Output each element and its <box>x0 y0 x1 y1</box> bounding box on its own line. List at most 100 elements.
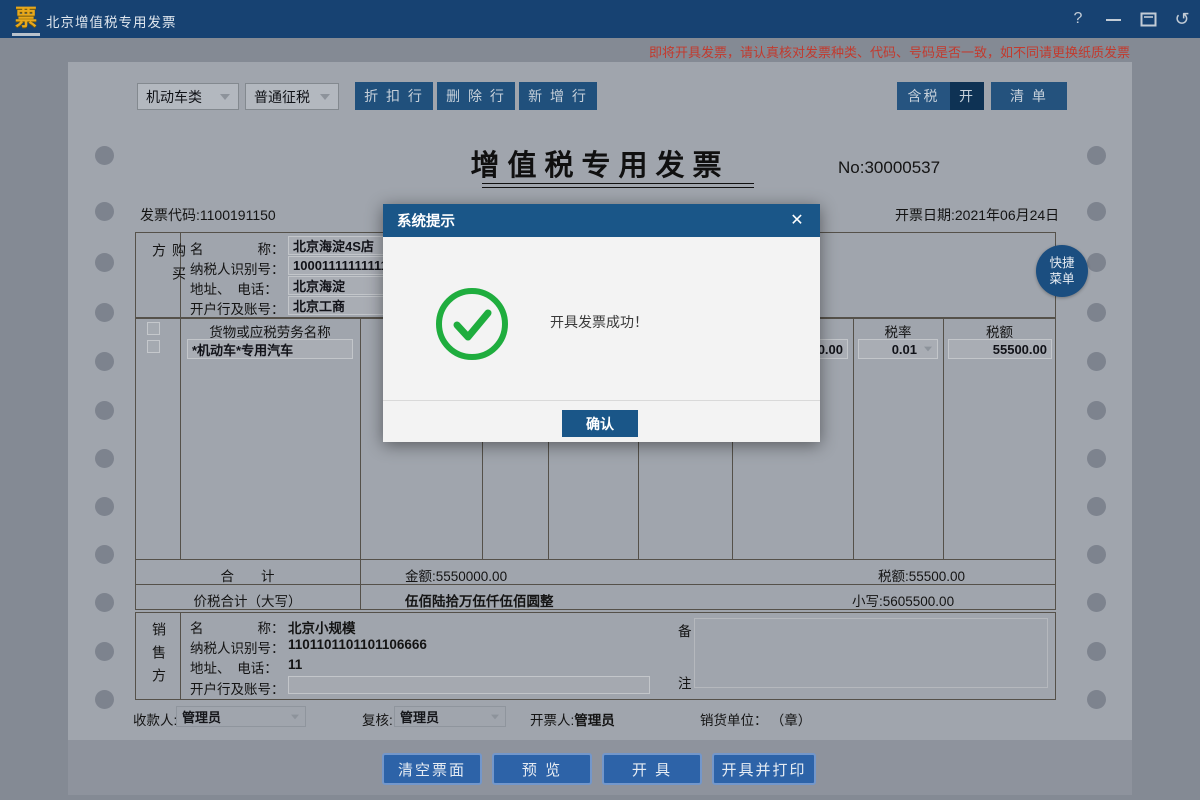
item-tax-rate-value: 0.01 <box>892 342 917 357</box>
add-row-button[interactable]: 新 增 行 <box>519 82 597 110</box>
col-header-tax-rate: 税率 <box>853 321 943 341</box>
perforation-dot <box>1087 545 1106 564</box>
perforation-dot <box>95 146 114 165</box>
small-figure-value: 小写:5605500.00 <box>852 590 954 610</box>
seller-bank-label: 开户行及账号： <box>190 678 285 698</box>
seller-unit-seal: 销货单位： （章） <box>700 709 811 729</box>
perforation-dot <box>95 202 114 221</box>
undo-button[interactable]: ↺ <box>1170 8 1194 30</box>
dialog-message: 开具发票成功！ <box>550 312 648 332</box>
dialog-title: 系统提示 <box>397 210 455 231</box>
app-logo-icon: 票 <box>12 5 40 36</box>
remark-label-top: 备 <box>678 620 692 640</box>
dialog-close-button[interactable]: ✕ <box>786 210 808 232</box>
perforation-dot <box>1087 449 1106 468</box>
payee-label: 收款人: <box>133 709 177 729</box>
success-check-icon <box>432 284 512 364</box>
seller-bank-input[interactable] <box>288 676 650 694</box>
restore-button[interactable] <box>1136 8 1160 30</box>
list-button[interactable]: 清 单 <box>991 82 1067 110</box>
totals-label: 合 计 <box>135 565 360 585</box>
seller-divider <box>180 612 181 700</box>
seller-unit-label: 销货单位： <box>700 713 768 728</box>
perforation-dot <box>1087 690 1106 709</box>
perforation-dot <box>1087 202 1106 221</box>
payee-select[interactable]: 管理员 <box>176 706 306 727</box>
minimize-button[interactable] <box>1102 8 1126 30</box>
restore-icon <box>1140 12 1157 27</box>
perforation-dot <box>1087 642 1106 661</box>
perforation-dot <box>95 690 114 709</box>
perforation-dot <box>1087 303 1106 322</box>
invoice-number: No:30000537 <box>838 158 940 178</box>
totals-divider <box>360 560 361 585</box>
perforation-dot <box>1087 253 1106 272</box>
seller-taxid-label: 纳税人识别号： <box>190 637 285 657</box>
issue-button[interactable]: 开 具 <box>602 753 702 785</box>
col-header-item-name: 货物或应税劳务名称 <box>180 321 360 341</box>
seller-name-label: 名 称： <box>190 617 285 637</box>
perforation-dot <box>1087 401 1106 420</box>
reviewer-value: 管理员 <box>400 707 439 726</box>
quick-menu-button[interactable]: 快捷 菜单 <box>1036 245 1088 297</box>
help-button[interactable]: ? <box>1066 8 1090 30</box>
item-name-input[interactable]: *机动车*专用汽车 <box>187 339 353 359</box>
system-prompt-dialog: 系统提示 ✕ 开具发票成功！ 确认 <box>383 204 820 442</box>
dialog-titlebar: 系统提示 <box>383 204 820 237</box>
perforation-dot <box>1087 497 1106 516</box>
item-tax-rate-select[interactable]: 0.01 <box>858 339 938 359</box>
tax-included-toggle-state[interactable]: 开 <box>950 82 984 110</box>
row-checkbox[interactable] <box>147 340 160 353</box>
totals-tax: 税额:55500.00 <box>878 565 965 585</box>
col-divider <box>180 318 181 560</box>
invoice-date: 开票日期:2021年06月24日 <box>895 205 1059 225</box>
words-divider <box>360 584 361 610</box>
perforation-dot <box>95 253 114 272</box>
chevron-down-icon <box>220 94 230 100</box>
discount-row-button[interactable]: 折 扣 行 <box>355 82 433 110</box>
delete-row-button[interactable]: 删 除 行 <box>437 82 515 110</box>
issuer: 开票人:管理员 <box>530 709 615 729</box>
buyer-side-label: 购买方 <box>149 243 189 309</box>
col-divider <box>360 318 361 560</box>
issue-and-print-button[interactable]: 开具并打印 <box>712 753 816 785</box>
buyer-taxid-label: 纳税人识别号： <box>190 258 285 278</box>
col-header-tax-amount: 税额 <box>943 321 1056 341</box>
perforation-dot <box>95 497 114 516</box>
remark-label-bottom: 注 <box>678 672 692 692</box>
buyer-name-label: 名 称： <box>190 238 285 258</box>
clear-invoice-button[interactable]: 清空票面 <box>382 753 482 785</box>
issuer-value: 管理员 <box>574 713 615 728</box>
perforation-dot <box>95 545 114 564</box>
payee-value: 管理员 <box>182 707 221 726</box>
perforation-dot <box>1087 593 1106 612</box>
confirm-button[interactable]: 确认 <box>562 410 638 437</box>
preview-button[interactable]: 预 览 <box>492 753 592 785</box>
buyer-address-label: 地址、 电话： <box>190 278 278 298</box>
perforation-dot <box>95 401 114 420</box>
chevron-down-icon <box>924 347 932 352</box>
title-bar: 票 北京增值税专用发票 ? ↺ <box>0 0 1200 38</box>
col-divider <box>853 318 854 560</box>
seal-placeholder: （章） <box>778 713 812 728</box>
seller-taxid-value: 1101101101101106666 <box>288 637 427 652</box>
perforation-dot <box>95 352 114 371</box>
issuer-label: 开票人: <box>530 713 574 728</box>
reviewer-select[interactable]: 管理员 <box>394 706 506 727</box>
tax-included-toggle-label[interactable]: 含税 <box>897 82 950 110</box>
quick-menu-line2: 菜单 <box>1049 271 1074 287</box>
tax-mode-select[interactable]: 普通征税 <box>245 83 339 110</box>
invoice-title-underline <box>482 183 754 188</box>
chevron-down-icon <box>491 714 499 719</box>
perforation-dot <box>1087 146 1106 165</box>
minimize-icon <box>1106 19 1121 21</box>
select-all-checkbox[interactable] <box>147 322 160 335</box>
remark-textarea[interactable] <box>694 618 1048 688</box>
invoice-title: 增值税专用发票 <box>300 142 900 184</box>
item-tax-amount-input[interactable]: 55500.00 <box>948 339 1052 359</box>
invoice-category-select[interactable]: 机动车类 <box>137 83 239 110</box>
chevron-down-icon <box>291 714 299 719</box>
seller-side-label: 销售方 <box>149 622 169 692</box>
chevron-down-icon <box>320 94 330 100</box>
col-divider <box>943 318 944 560</box>
